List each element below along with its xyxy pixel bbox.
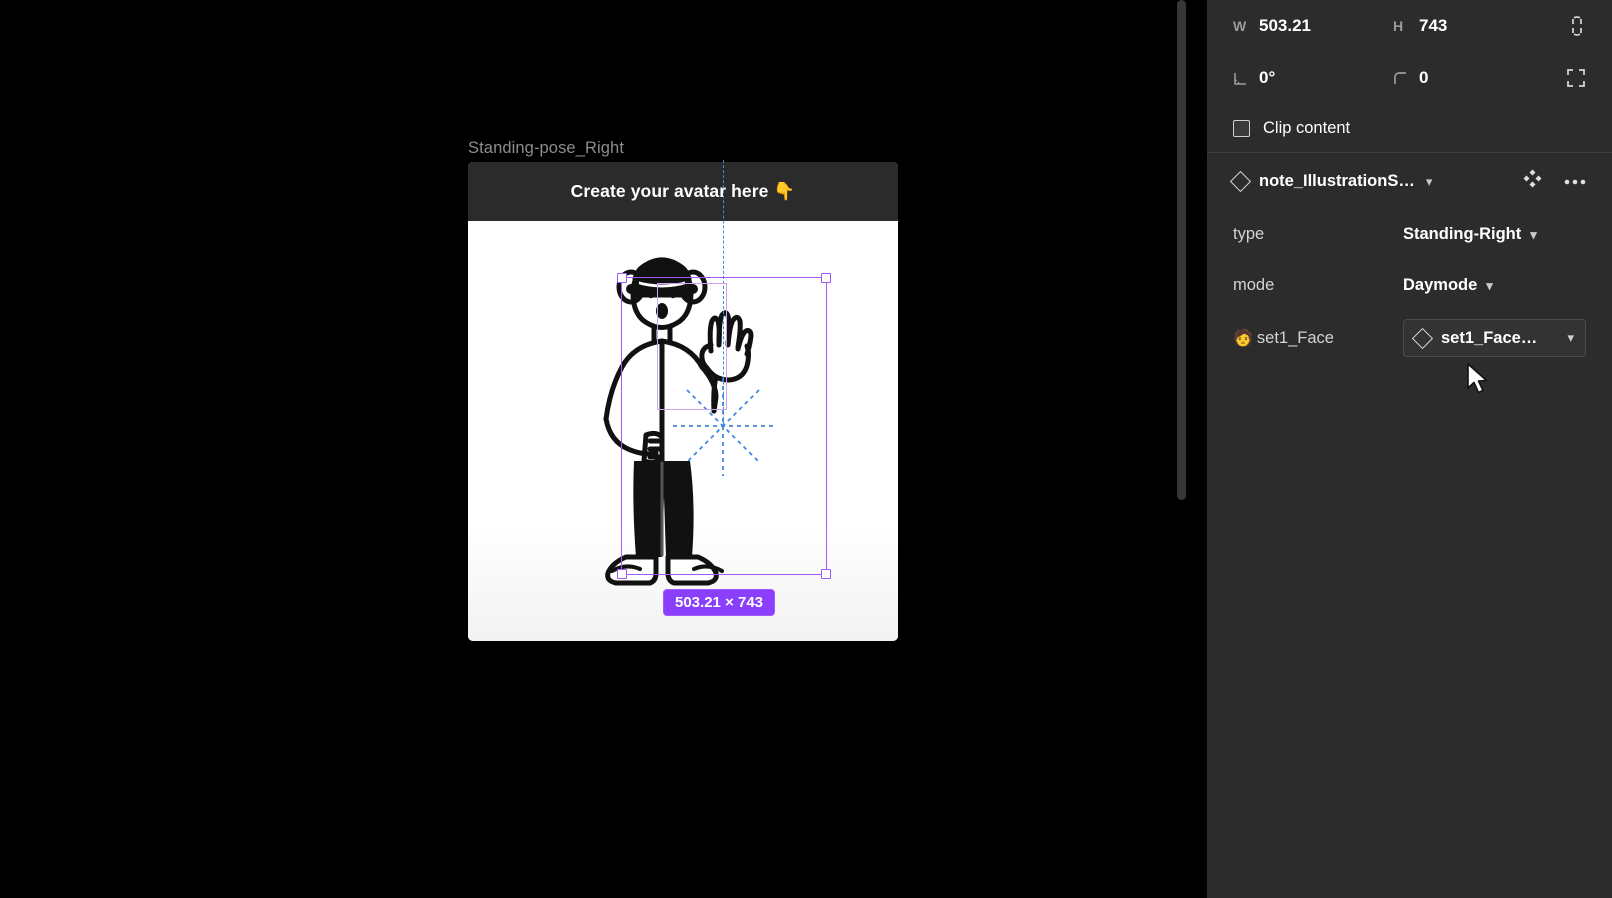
clip-content-label: Clip content <box>1263 118 1351 137</box>
card-header-text: Create your avatar here 👇 <box>570 181 796 201</box>
property-value-type-text: Standing-Right <box>1403 225 1522 243</box>
property-row-mode[interactable]: mode Daymode ▾ <box>1233 260 1586 311</box>
width-value[interactable]: 503.21 <box>1259 16 1311 36</box>
person-emoji-icon: 🧑 <box>1233 330 1253 347</box>
component-section: note_IllustrationS… ▾ type Standing-Righ… <box>1207 153 1612 365</box>
design-canvas[interactable]: Standing-pose_Right Create your avatar h… <box>0 0 1194 898</box>
rotation-field[interactable]: 0° <box>1233 68 1393 88</box>
height-field[interactable]: H 743 <box>1393 16 1553 36</box>
height-value[interactable]: 743 <box>1419 16 1447 36</box>
selection-dimension-badge: 503.21 × 743 <box>663 589 776 616</box>
more-options-icon[interactable] <box>1564 172 1586 190</box>
rotation-value[interactable]: 0° <box>1259 68 1275 88</box>
instance-swap-label-text: set1_Face <box>1256 328 1334 347</box>
properties-panel: W 503.21 H 743 0° 0 Clip content note_Il… <box>1207 0 1612 898</box>
corner-radius-icon <box>1393 71 1419 86</box>
corner-radius-field[interactable]: 0 <box>1393 68 1553 88</box>
property-value-mode[interactable]: Daymode ▾ <box>1403 276 1493 295</box>
component-name[interactable]: note_IllustrationS… <box>1259 172 1415 191</box>
clip-content-row[interactable]: Clip content <box>1233 104 1586 152</box>
instance-swap-label: 🧑 set1_Face <box>1233 328 1334 348</box>
lock-aspect-ratio-icon[interactable] <box>1568 15 1586 37</box>
component-diamond-icon <box>1229 170 1252 192</box>
card-header: Create your avatar here 👇 <box>468 162 898 221</box>
chevron-down-icon[interactable]: ▾ <box>1567 330 1574 346</box>
panel-gap <box>1194 0 1207 898</box>
chevron-down-icon[interactable]: ▾ <box>1426 175 1433 188</box>
corner-radius-value[interactable]: 0 <box>1419 68 1428 88</box>
property-label-type: type <box>1233 225 1265 243</box>
clip-content-checkbox[interactable] <box>1233 119 1250 137</box>
independent-corners-icon[interactable] <box>1566 68 1586 88</box>
alignment-guide-cross <box>673 378 777 476</box>
chevron-down-icon[interactable]: ▾ <box>1486 279 1493 292</box>
size-row: W 503.21 H 743 <box>1233 0 1586 52</box>
property-row-type[interactable]: type Standing-Right ▾ <box>1233 209 1586 260</box>
chevron-down-icon[interactable]: ▾ <box>1530 228 1537 241</box>
frame-label[interactable]: Standing-pose_Right <box>468 139 624 158</box>
transform-row: 0° 0 <box>1233 52 1586 104</box>
height-icon: H <box>1393 18 1404 34</box>
width-icon: W <box>1233 18 1247 34</box>
instance-swap-row: 🧑 set1_Face set1_Face… ▾ <box>1233 311 1586 365</box>
canvas-scrollbar[interactable] <box>1177 0 1186 500</box>
size-section: W 503.21 H 743 0° 0 Clip content <box>1207 0 1612 152</box>
property-value-mode-text: Daymode <box>1403 276 1478 294</box>
instance-swap-dropdown[interactable]: set1_Face… ▾ <box>1403 319 1586 357</box>
width-field[interactable]: W 503.21 <box>1233 16 1393 36</box>
component-diamond-icon <box>1411 327 1434 349</box>
swap-instance-icon[interactable] <box>1523 169 1542 193</box>
property-label-mode: mode <box>1233 276 1275 294</box>
property-value-type[interactable]: Standing-Right ▾ <box>1403 225 1537 244</box>
instance-swap-value: set1_Face… <box>1441 328 1538 347</box>
rotation-icon <box>1233 71 1259 86</box>
component-header[interactable]: note_IllustrationS… ▾ <box>1229 153 1586 209</box>
